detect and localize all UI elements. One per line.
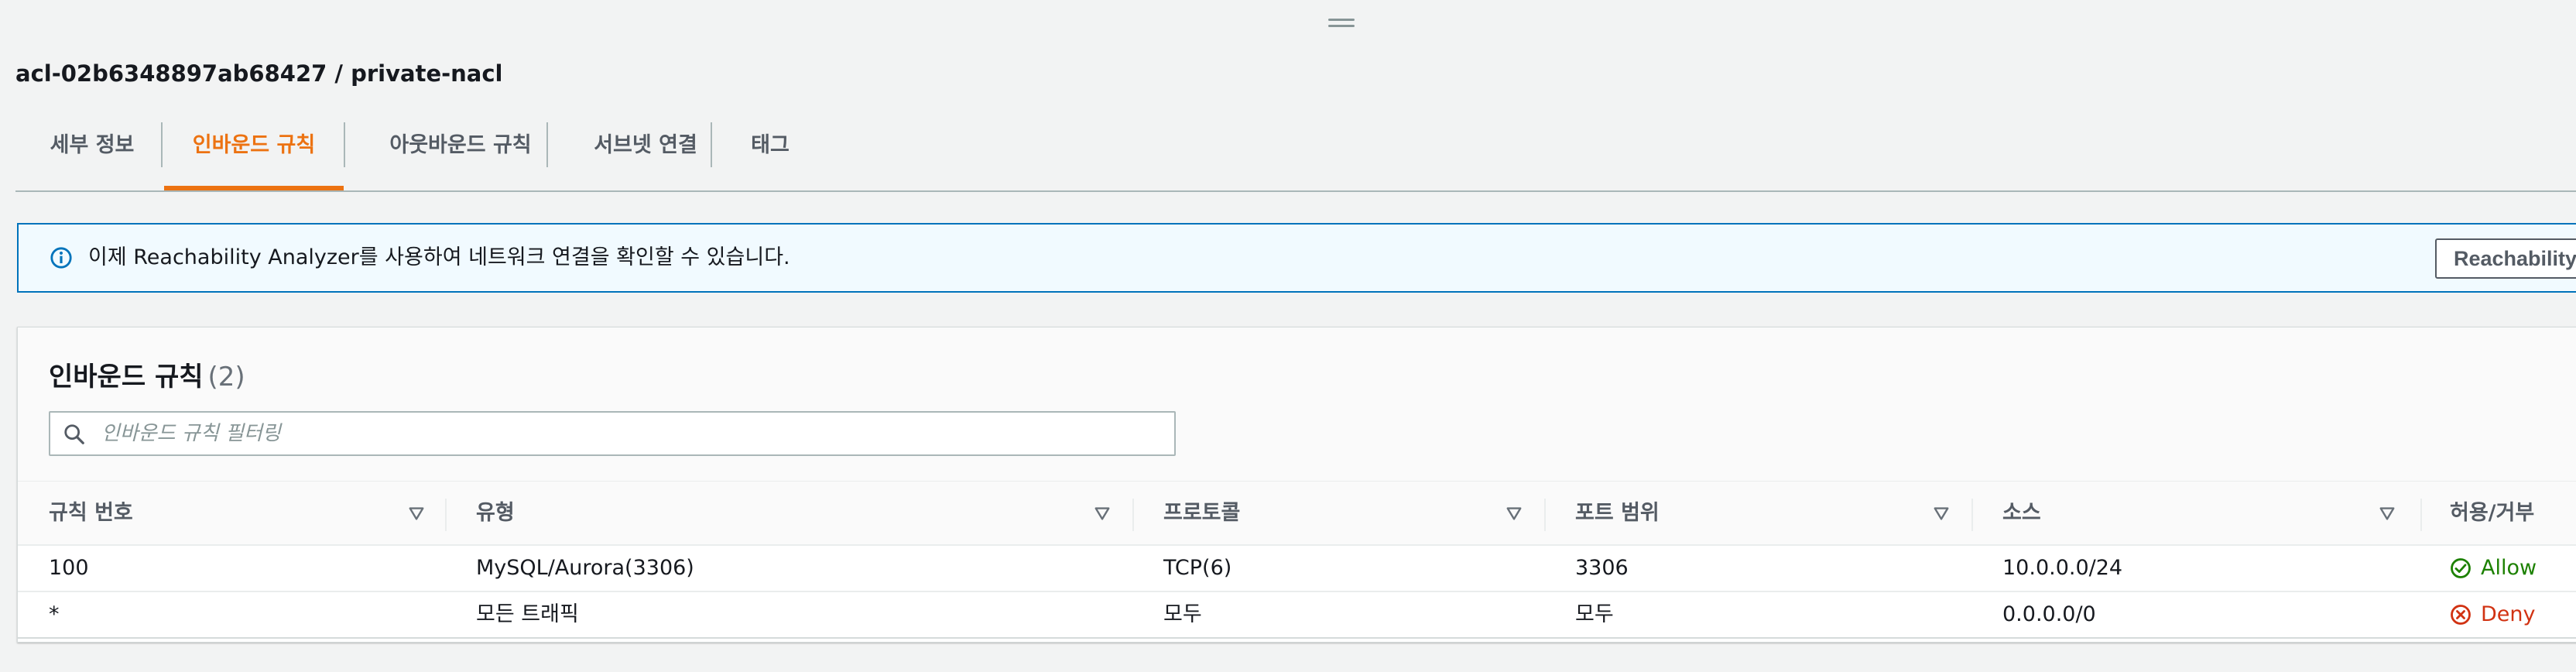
column-header-source[interactable]: 소스 xyxy=(2002,482,2041,547)
status-badge-allow: Allow xyxy=(2450,546,2537,591)
panel-title: 인바운드 규칙 (2) xyxy=(49,355,245,393)
panel-header: 인바운드 규칙 (2) xyxy=(18,327,2576,481)
cell-type: 모든 트래픽 xyxy=(476,602,579,626)
tab-details[interactable]: 세부 정보 xyxy=(31,115,153,189)
column-header-allow-deny[interactable]: 허용/거부 xyxy=(2450,482,2534,547)
column-divider xyxy=(2420,499,2422,531)
cell-protocol: 모두 xyxy=(1163,602,1202,626)
page-title: acl-02b6348897ab68427 / private-nacl xyxy=(15,60,503,87)
sort-icon[interactable] xyxy=(1933,505,1950,522)
cell-port-range: 모두 xyxy=(1575,602,1614,626)
status-badge-deny: Deny xyxy=(2450,592,2536,637)
tab-divider xyxy=(161,122,163,167)
check-circle-icon xyxy=(2451,558,2471,578)
panel-title-text: 인바운드 규칙 xyxy=(49,362,204,393)
status-label: Allow xyxy=(2481,556,2537,580)
filter-input[interactable] xyxy=(101,413,1162,454)
table-row: * 모든 트래픽 모두 모두 0.0.0.0/0 Deny xyxy=(18,592,2576,639)
cell-type: MySQL/Aurora(3306) xyxy=(476,556,694,580)
table-header: 규칙 번호 유형 프로토콜 포트 범위 소스 허용/거부 xyxy=(18,481,2576,546)
search-icon xyxy=(64,424,84,444)
status-label: Deny xyxy=(2481,602,2536,626)
x-circle-icon xyxy=(2451,605,2471,625)
cell-rule-number: 100 xyxy=(49,556,89,580)
column-header-type[interactable]: 유형 xyxy=(476,482,515,547)
column-divider xyxy=(1544,499,1546,531)
resize-handle-line xyxy=(1328,19,1355,21)
info-icon xyxy=(50,247,72,269)
tab-tags[interactable]: 태그 xyxy=(728,115,813,189)
cell-source: 0.0.0.0/0 xyxy=(2002,602,2096,626)
tab-subnet-associations[interactable]: 서브넷 연결 xyxy=(568,115,723,189)
cell-port-range: 3306 xyxy=(1575,556,1629,580)
sort-icon[interactable] xyxy=(1094,505,1111,522)
cell-rule-number: * xyxy=(49,602,60,626)
column-divider xyxy=(1132,499,1134,531)
tab-outbound-rules[interactable]: 아웃바운드 규칙 xyxy=(358,115,564,189)
sort-icon[interactable] xyxy=(408,505,425,522)
column-header-port-range[interactable]: 포트 범위 xyxy=(1575,482,1660,547)
info-banner-text: 이제 Reachability Analyzer를 사용하여 네트워크 연결을 … xyxy=(88,245,790,269)
filter-box xyxy=(49,411,1176,456)
tab-inbound-rules[interactable]: 인바운드 규칙 xyxy=(164,115,344,190)
panel-resize-handle[interactable] xyxy=(1328,19,1355,27)
reachability-analyzer-button[interactable]: Reachability Analyzer xyxy=(2435,238,2576,279)
cell-source: 10.0.0.0/24 xyxy=(2002,556,2123,580)
info-banner: 이제 Reachability Analyzer를 사용하여 네트워크 연결을 … xyxy=(17,223,2576,293)
cell-protocol: TCP(6) xyxy=(1163,556,1232,580)
rule-count: (2) xyxy=(207,362,245,393)
column-divider xyxy=(445,499,447,531)
column-header-protocol[interactable]: 프로토콜 xyxy=(1163,482,1240,547)
column-divider xyxy=(1971,499,1973,531)
tab-divider xyxy=(344,122,345,167)
tab-bar: 세부 정보 인바운드 규칙 아웃바운드 규칙 서브넷 연결 태그 xyxy=(15,115,2576,192)
sort-icon[interactable] xyxy=(2379,505,2396,522)
sort-icon[interactable] xyxy=(1506,505,1523,522)
column-header-rule-number[interactable]: 규칙 번호 xyxy=(49,482,133,547)
tab-divider xyxy=(546,122,548,167)
tab-divider xyxy=(711,122,712,167)
resize-handle-line xyxy=(1328,25,1355,27)
table-row: 100 MySQL/Aurora(3306) TCP(6) 3306 10.0.… xyxy=(18,546,2576,592)
inbound-rules-panel: 인바운드 규칙(2) 규칙 번호 유형 프로토콜 포트 범위 소스 허용/거부 … xyxy=(17,327,2576,643)
